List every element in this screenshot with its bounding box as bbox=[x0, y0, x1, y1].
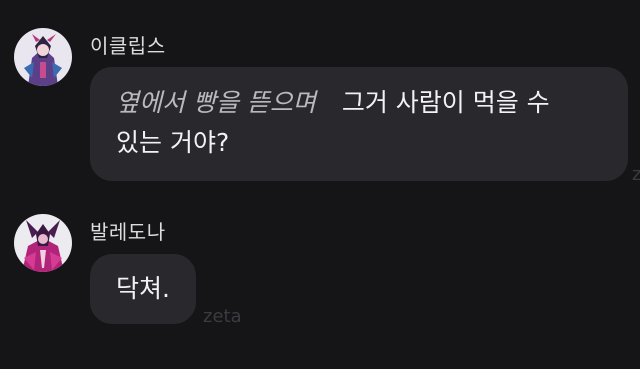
avatar-eclipse[interactable] bbox=[14, 28, 72, 86]
avatar-valledona-image bbox=[14, 214, 72, 272]
message-bubble[interactable]: 닥쳐. bbox=[90, 254, 196, 324]
sender-name: 발레도나 bbox=[90, 220, 166, 244]
message-bubble[interactable]: 옆에서 빵을 뜯으며 그거 사람이 먹을 수 있는 거야? bbox=[90, 67, 628, 181]
avatar-eclipse-image bbox=[14, 28, 72, 86]
message-text: 그거 사람이 먹을 수 bbox=[341, 88, 550, 117]
chat-screen: 이클립스 옆에서 빵을 뜯으며 그거 사람이 먹을 수 있는 거야? z 발레도… bbox=[0, 0, 640, 369]
message-text: 닥쳐. bbox=[116, 274, 170, 303]
watermark-fragment: z bbox=[632, 164, 640, 185]
message-text-continued: 있는 거야? bbox=[116, 128, 230, 157]
sender-name: 이클립스 bbox=[90, 34, 166, 58]
zeta-watermark: zeta bbox=[203, 306, 242, 327]
avatar-valledona[interactable] bbox=[14, 214, 72, 272]
action-text: 옆에서 빵을 뜯으며 bbox=[116, 88, 316, 117]
